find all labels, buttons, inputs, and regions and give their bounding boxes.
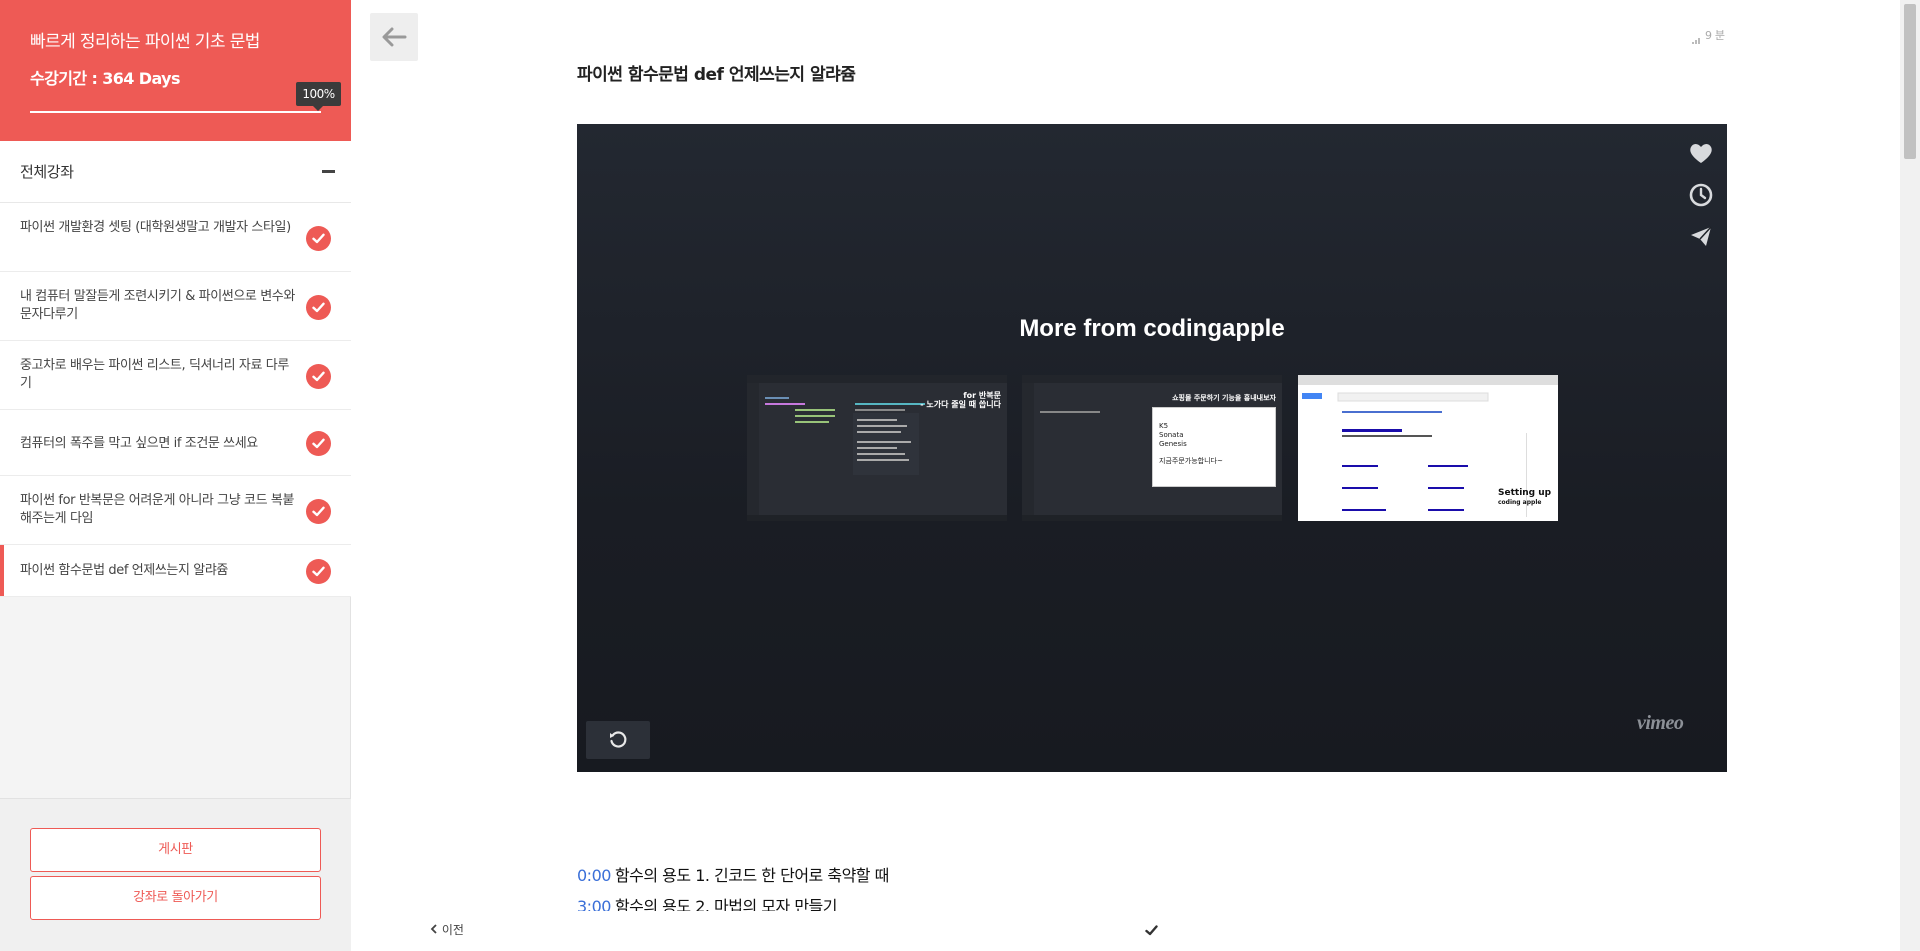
related-video-thumbnail[interactable]: for 반복문 - 노가다 줄일 때 씁니다: [747, 375, 1007, 521]
scrollbar[interactable]: [1900, 0, 1920, 951]
lecture-title: 파이썬 개발환경 셋팅 (대학원생말고 개발자 스타일): [20, 220, 291, 235]
check-circle-icon: [306, 431, 331, 456]
check-circle-icon: [306, 499, 331, 524]
lecture-item[interactable]: 중고차로 배우는 파이썬 리스트, 딕셔너리 자료 다루기: [0, 341, 351, 410]
list-item: Genesis: [1159, 440, 1187, 448]
thumbnail-caption: 쇼핑몰 주문하기 기능을 흉내내보자: [1172, 394, 1276, 402]
bottom-nav-bar: 이전: [352, 911, 1900, 951]
lecture-list: 파이썬 개발환경 셋팅 (대학원생말고 개발자 스타일) 내 컴퓨터 말잘듣게 …: [0, 203, 351, 597]
back-button[interactable]: [370, 13, 418, 61]
lecture-item[interactable]: 파이썬 개발환경 셋팅 (대학원생말고 개발자 스타일): [0, 203, 351, 272]
check-circle-icon: [306, 295, 331, 320]
scrollbar-thumb[interactable]: [1904, 4, 1916, 159]
thumbnail-subcaption: - 노가다 줄일 때 씁니다: [920, 400, 1001, 409]
lecture-item-active[interactable]: 파이썬 함수문법 def 언제쓰는지 알랴쥼: [0, 545, 351, 597]
progress-fill: [30, 111, 321, 113]
thumbnail-caption: Setting up: [1498, 488, 1552, 498]
sidebar: 빠르게 정리하는 파이썬 기초 문법 수강기간 : 364 Days 100% …: [0, 0, 351, 951]
lesson-title: 파이썬 함수문법 def 언제쓰는지 알랴쥼: [577, 65, 856, 85]
timestamp-link[interactable]: 0:00: [577, 866, 611, 885]
browser-window: K5 Sonata Genesis 지금주문가능합니다~: [1152, 407, 1276, 487]
lecture-title: 내 컴퓨터 말잘듣게 조련시키기 & 파이썬으로 변수와 문자다루기: [20, 289, 295, 322]
vimeo-logo[interactable]: vimeo: [1637, 712, 1684, 735]
list-item: Sonata: [1159, 431, 1184, 439]
progress-badge: 100%: [296, 82, 341, 111]
complete-check-icon[interactable]: [1145, 921, 1158, 940]
timestamp-line: 0:00 함수의 용도 1. 긴코드 한 단어로 축약할 때: [577, 862, 889, 886]
lecture-item[interactable]: 컴퓨터의 폭주를 막고 싶으면 if 조건문 쓰세요: [0, 410, 351, 476]
related-video-thumbnail[interactable]: 쇼핑몰 주문하기 기능을 흉내내보자 K5 Sonata Genesis 지금주…: [1022, 375, 1282, 521]
related-video-thumbnail[interactable]: Setting up coding apple: [1298, 375, 1558, 521]
lecture-title: 파이썬 함수문법 def 언제쓰는지 알랴쥼: [20, 563, 228, 578]
end-screen-heading: More from codingapple: [1019, 315, 1285, 342]
lecture-item[interactable]: 파이썬 for 반복문은 어려운게 아니라 그냥 코드 복붙해주는게 다임: [0, 476, 351, 545]
read-time: 9 분: [1705, 29, 1725, 42]
share-paper-plane-icon[interactable]: [1686, 221, 1716, 251]
watch-later-clock-icon[interactable]: [1686, 180, 1716, 210]
like-heart-icon[interactable]: [1686, 138, 1716, 168]
list-item: K5: [1159, 422, 1169, 430]
course-period: 수강기간 : 364 Days: [30, 69, 181, 88]
progress-bar: [30, 111, 321, 113]
thumbnail-caption: for 반복문: [963, 391, 1001, 400]
thumbnail-subcaption: coding apple: [1498, 499, 1542, 506]
check-circle-icon: [306, 559, 331, 584]
board-button[interactable]: 게시판: [30, 828, 321, 872]
prev-lesson-link[interactable]: 이전: [430, 921, 464, 938]
lecture-title: 파이썬 for 반복문은 어려운게 아니라 그냥 코드 복붙해주는게 다임: [20, 493, 295, 526]
back-to-course-button[interactable]: 강좌로 돌아가기: [30, 876, 321, 920]
check-circle-icon: [306, 364, 331, 389]
timestamp-text: 함수의 용도 1. 긴코드 한 단어로 축약할 때: [614, 866, 889, 885]
prev-lesson-label: 이전: [441, 923, 464, 937]
chevron-left-icon: [430, 923, 442, 937]
lecture-title: 중고차로 배우는 파이썬 리스트, 딕셔너리 자료 다루기: [20, 358, 289, 391]
course-title: 빠르게 정리하는 파이썬 기초 문법: [30, 32, 260, 52]
lecture-title: 컴퓨터의 폭주를 막고 싶으면 if 조건문 쓰세요: [20, 436, 258, 451]
all-lectures-toggle[interactable]: 전체강좌: [0, 141, 351, 203]
minus-icon[interactable]: [322, 170, 335, 173]
thumbnail-note: 지금주문가능합니다~: [1159, 457, 1223, 465]
signal-icon: [1692, 29, 1702, 48]
check-circle-icon: [306, 226, 331, 251]
all-lectures-label: 전체강좌: [20, 163, 74, 181]
course-header: 빠르게 정리하는 파이썬 기초 문법 수강기간 : 364 Days 100%: [0, 0, 351, 141]
lecture-item[interactable]: 내 컴퓨터 말잘듣게 조련시키기 & 파이썬으로 변수와 문자다루기: [0, 272, 351, 341]
video-player[interactable]: More from codingapple for 반복문 - 노가다 줄일 때: [577, 124, 1727, 772]
replay-button[interactable]: [586, 721, 650, 759]
sidebar-footer: 게시판 강좌로 돌아가기: [0, 798, 351, 951]
